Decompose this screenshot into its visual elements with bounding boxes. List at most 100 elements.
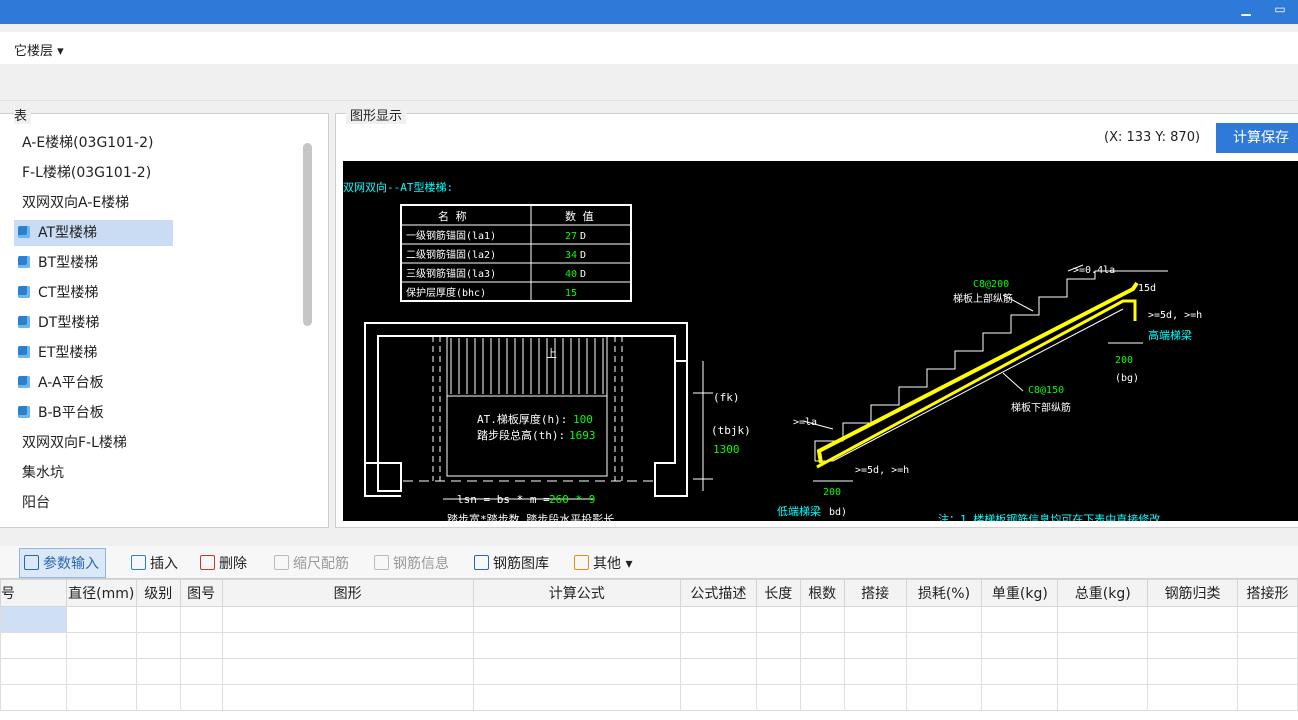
table-cell[interactable] xyxy=(981,658,1059,685)
table-cell[interactable] xyxy=(179,632,223,659)
table-cell[interactable] xyxy=(0,684,67,711)
tree-item[interactable]: 阳台 xyxy=(22,490,50,516)
table-cell[interactable] xyxy=(1236,684,1298,711)
tree-item[interactable]: BT型楼梯 xyxy=(14,250,98,276)
rebar-library-button[interactable]: 钢筋图库 xyxy=(474,553,549,573)
insert-button[interactable]: 插入 xyxy=(131,553,178,573)
table-cell[interactable] xyxy=(843,658,907,685)
table-cell[interactable] xyxy=(755,632,801,659)
table-cell[interactable] xyxy=(472,658,681,685)
table-cell[interactable] xyxy=(799,632,845,659)
table-cell[interactable] xyxy=(221,684,474,711)
column-header[interactable]: 直径(mm) xyxy=(65,579,137,607)
column-header[interactable]: 单重(kg) xyxy=(981,579,1059,607)
table-cell[interactable] xyxy=(65,632,137,659)
table-cell[interactable] xyxy=(135,658,181,685)
table-cell[interactable] xyxy=(799,658,845,685)
table-cell[interactable] xyxy=(905,606,983,633)
param-input-button[interactable]: 参数输入 xyxy=(19,548,106,578)
table-cell[interactable] xyxy=(1147,632,1238,659)
maximize-icon[interactable]: ▭ xyxy=(1270,2,1290,16)
column-header[interactable]: 图形 xyxy=(221,579,474,607)
tree-item[interactable]: AT型楼梯 xyxy=(14,220,173,246)
table-cell[interactable] xyxy=(1147,606,1238,633)
table-cell[interactable] xyxy=(221,606,474,633)
tree-item[interactable]: ET型楼梯 xyxy=(14,340,97,366)
table-cell[interactable] xyxy=(179,606,223,633)
table-cell[interactable] xyxy=(0,632,67,659)
table-cell[interactable] xyxy=(1147,684,1238,711)
column-header[interactable]: 根数 xyxy=(799,579,845,607)
table-cell[interactable] xyxy=(843,684,907,711)
column-header[interactable]: 损耗(%) xyxy=(905,579,983,607)
tree-item[interactable]: 集水坑 xyxy=(22,460,64,486)
column-header[interactable]: 长度 xyxy=(755,579,801,607)
table-cell[interactable] xyxy=(1236,658,1298,685)
table-cell[interactable] xyxy=(679,606,757,633)
rebar-info-button[interactable]: 钢筋信息 xyxy=(374,553,449,573)
table-cell[interactable] xyxy=(135,684,181,711)
table-cell[interactable] xyxy=(1236,606,1298,633)
column-header[interactable]: 计算公式 xyxy=(472,579,681,607)
minimize-icon[interactable]: ▁ xyxy=(1236,2,1256,16)
table-cell[interactable] xyxy=(135,606,181,633)
table-cell[interactable] xyxy=(679,658,757,685)
table-cell[interactable] xyxy=(472,632,681,659)
table-cell[interactable] xyxy=(221,658,474,685)
table-cell[interactable] xyxy=(755,658,801,685)
table-cell[interactable] xyxy=(843,606,907,633)
tree-item[interactable]: A-E楼梯(03G101-2) xyxy=(22,130,153,156)
tree-item[interactable]: B-B平台板 xyxy=(14,400,104,426)
tree-item[interactable]: CT型楼梯 xyxy=(14,280,98,306)
table-cell[interactable] xyxy=(981,606,1059,633)
table-cell[interactable] xyxy=(755,684,801,711)
drawing-canvas[interactable]: 双网双向--AT型楼梯: 名 称 数 值 一级钢筋锚固(la1) 27 D 二级钢筋锚… xyxy=(343,161,1298,521)
table-cell[interactable] xyxy=(1236,632,1298,659)
column-header[interactable]: 级别 xyxy=(135,579,181,607)
table-cell[interactable] xyxy=(799,606,845,633)
column-header[interactable]: 钢筋归类 xyxy=(1147,579,1238,607)
tree-item[interactable]: 双网双向A-E楼梯 xyxy=(22,190,129,216)
table-cell[interactable] xyxy=(0,606,67,633)
table-cell[interactable] xyxy=(1057,606,1149,633)
table-cell[interactable] xyxy=(905,658,983,685)
table-cell[interactable] xyxy=(1057,658,1149,685)
column-header[interactable]: 总重(kg) xyxy=(1057,579,1149,607)
floor-selector[interactable]: 它楼层 ▾ xyxy=(14,40,64,59)
table-cell[interactable] xyxy=(135,632,181,659)
table-cell[interactable] xyxy=(843,632,907,659)
tree-item[interactable]: DT型楼梯 xyxy=(14,310,99,336)
tree-item[interactable]: 双网双向F-L楼梯 xyxy=(22,430,127,456)
table-cell[interactable] xyxy=(981,632,1059,659)
column-header[interactable]: 号 xyxy=(0,579,67,607)
table-cell[interactable] xyxy=(65,684,137,711)
tree-scrollbar[interactable] xyxy=(303,143,312,326)
table-cell[interactable] xyxy=(1057,684,1149,711)
table-cell[interactable] xyxy=(65,658,137,685)
table-cell[interactable] xyxy=(981,684,1059,711)
table-cell[interactable] xyxy=(905,632,983,659)
table-cell[interactable] xyxy=(905,684,983,711)
column-header[interactable]: 公式描述 xyxy=(679,579,757,607)
table-cell[interactable] xyxy=(1057,632,1149,659)
table-cell[interactable] xyxy=(179,658,223,685)
scale-rebar-button[interactable]: 缩尺配筋 xyxy=(274,553,349,573)
column-header[interactable]: 搭接形 xyxy=(1236,579,1298,607)
other-button[interactable]: 其他 ▾ xyxy=(574,553,632,573)
delete-button[interactable]: 删除 xyxy=(200,553,247,573)
calc-save-button[interactable]: 计算保存 xyxy=(1216,123,1298,153)
table-cell[interactable] xyxy=(799,684,845,711)
table-cell[interactable] xyxy=(0,658,67,685)
table-cell[interactable] xyxy=(472,684,681,711)
tree-item[interactable]: A-A平台板 xyxy=(14,370,104,396)
column-header[interactable]: 搭接 xyxy=(843,579,907,607)
column-header[interactable]: 图号 xyxy=(179,579,223,607)
table-cell[interactable] xyxy=(221,632,474,659)
tree-item[interactable]: F-L楼梯(03G101-2) xyxy=(22,160,151,186)
table-cell[interactable] xyxy=(1147,658,1238,685)
table-cell[interactable] xyxy=(679,684,757,711)
table-cell[interactable] xyxy=(679,632,757,659)
table-cell[interactable] xyxy=(755,606,801,633)
table-cell[interactable] xyxy=(65,606,137,633)
table-cell[interactable] xyxy=(179,684,223,711)
